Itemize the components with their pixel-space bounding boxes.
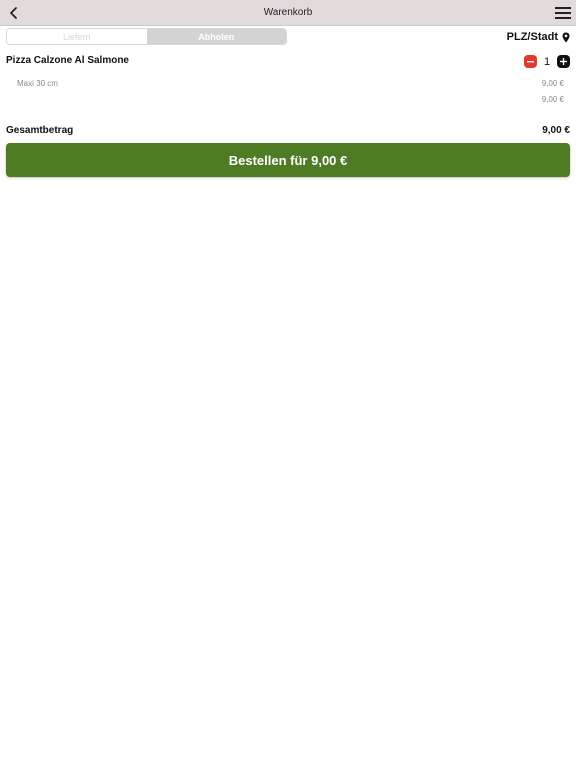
decrease-quantity-button[interactable] [524, 55, 537, 68]
plus-icon [560, 58, 567, 65]
total-value: 9,00 € [542, 125, 570, 136]
quantity-value: 1 [543, 55, 551, 68]
location-selector[interactable]: PLZ/Stadt [507, 29, 570, 45]
page-title: Warenkorb [263, 7, 313, 18]
increase-quantity-button[interactable] [557, 55, 570, 68]
quantity-stepper: 1 [524, 54, 570, 69]
minus-icon [527, 61, 534, 63]
cart-item-variant-row: Maxi 30 cm 9,00 € [17, 77, 564, 89]
cart-item-total: 9,00 € [541, 94, 564, 104]
delivery-mode-switch: Liefern Abholen [6, 28, 287, 45]
cart-item-variant-price: 9,00 € [541, 78, 564, 88]
cart-item-total-row: 9,00 € [17, 93, 564, 105]
cart-item-variant: Maxi 30 cm [17, 78, 58, 88]
map-pin-icon [562, 32, 570, 42]
menu-button[interactable] [554, 4, 572, 22]
location-label: PLZ/Stadt [506, 31, 558, 43]
top-bar: Warenkorb [0, 0, 576, 26]
hamburger-menu-icon [555, 7, 571, 19]
cart-total-row: Gesamtbetrag 9,00 € [6, 124, 570, 137]
order-button[interactable]: Bestellen für 9,00 € [6, 143, 570, 177]
tab-liefern[interactable]: Liefern [7, 29, 147, 44]
tab-abholen[interactable]: Abholen [146, 29, 286, 44]
total-label: Gesamtbetrag [6, 125, 74, 136]
cart-item-name: Pizza Calzone Al Salmone [6, 55, 129, 66]
